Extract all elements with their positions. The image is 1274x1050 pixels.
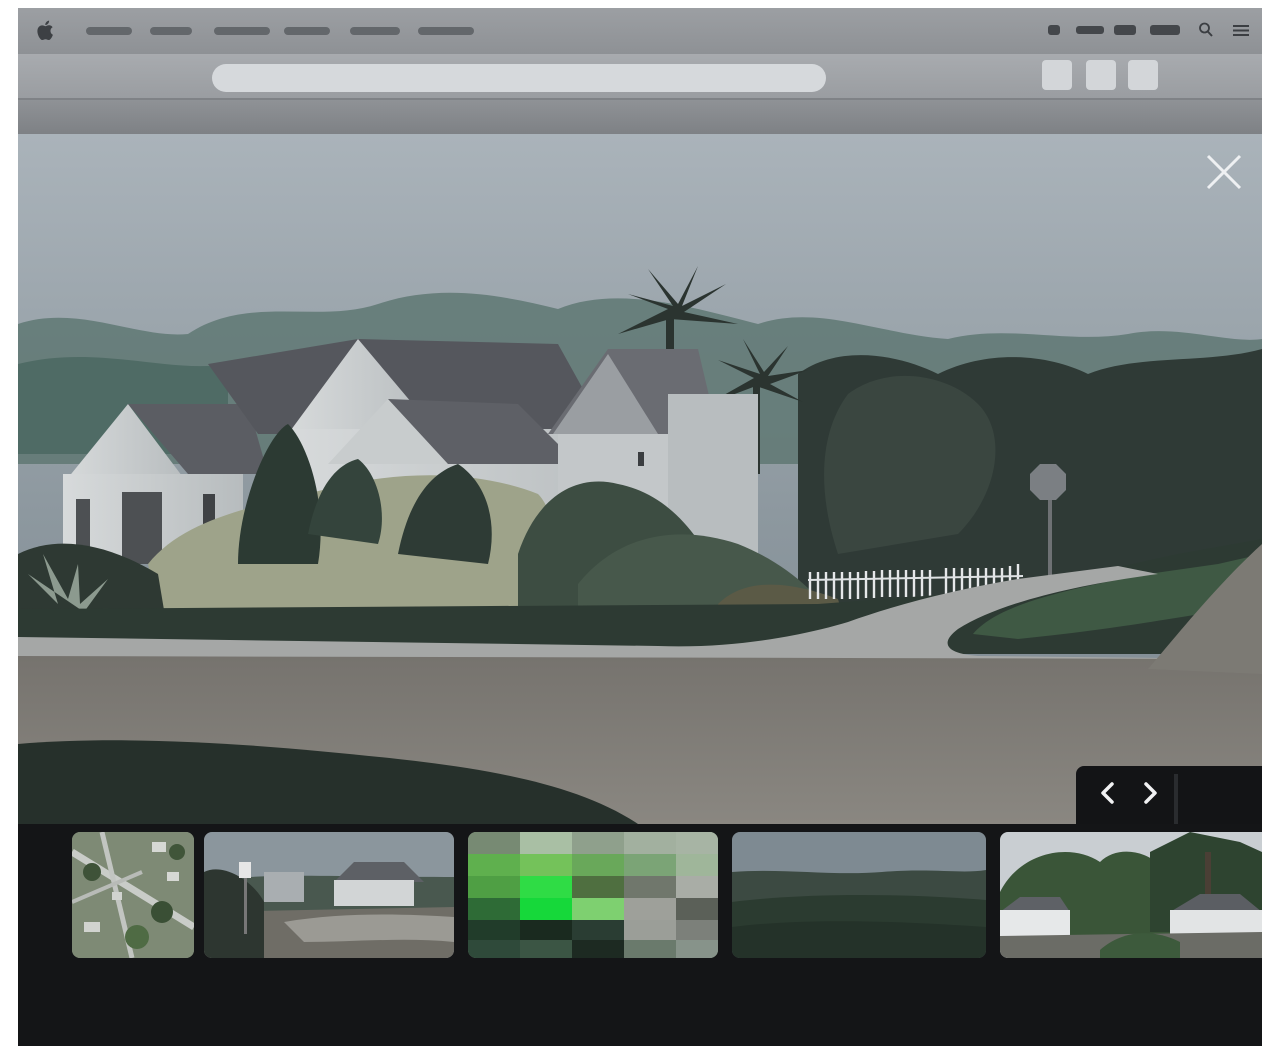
thumbnail-open-field[interactable] bbox=[732, 832, 986, 958]
menu-item-1[interactable] bbox=[86, 27, 132, 35]
battery-icon[interactable] bbox=[1076, 26, 1104, 34]
image-nav-panel bbox=[1076, 766, 1262, 824]
menu-bar bbox=[18, 8, 1262, 54]
image-viewer bbox=[18, 134, 1262, 824]
wifi-icon[interactable] bbox=[1114, 25, 1136, 35]
close-icon[interactable] bbox=[1204, 152, 1244, 192]
browser-window bbox=[18, 8, 1262, 1046]
thumbnail-filmstrip bbox=[18, 824, 1262, 1046]
address-bar[interactable] bbox=[212, 64, 826, 92]
thumbnail-street-house[interactable] bbox=[204, 832, 454, 958]
toolbar-button-3[interactable] bbox=[1128, 60, 1158, 90]
menu-item-5[interactable] bbox=[350, 27, 400, 35]
chevron-right-icon[interactable] bbox=[1136, 778, 1164, 808]
thumbnail-green-pixel-grid[interactable] bbox=[468, 832, 718, 958]
menu-item-4[interactable] bbox=[284, 27, 330, 35]
menu-item-3[interactable] bbox=[214, 27, 270, 35]
menu-item-2[interactable] bbox=[150, 27, 192, 35]
apple-icon[interactable] bbox=[36, 18, 56, 42]
thumbnail-houses-trees[interactable] bbox=[1000, 832, 1262, 958]
menu-item-6[interactable] bbox=[418, 27, 474, 35]
toolbar-button-1[interactable] bbox=[1042, 60, 1072, 90]
menu-icon[interactable] bbox=[1232, 21, 1250, 39]
status-item-clock[interactable] bbox=[1150, 25, 1180, 35]
main-image bbox=[18, 134, 1262, 824]
search-icon[interactable] bbox=[1198, 21, 1214, 39]
tab-strip bbox=[18, 100, 1262, 135]
nav-divider bbox=[1174, 774, 1178, 824]
status-item-1[interactable] bbox=[1048, 25, 1060, 35]
chevron-left-icon[interactable] bbox=[1094, 778, 1122, 808]
thumbnail-aerial-map[interactable] bbox=[72, 832, 194, 958]
toolbar-button-2[interactable] bbox=[1086, 60, 1116, 90]
toolbar bbox=[18, 54, 1262, 100]
